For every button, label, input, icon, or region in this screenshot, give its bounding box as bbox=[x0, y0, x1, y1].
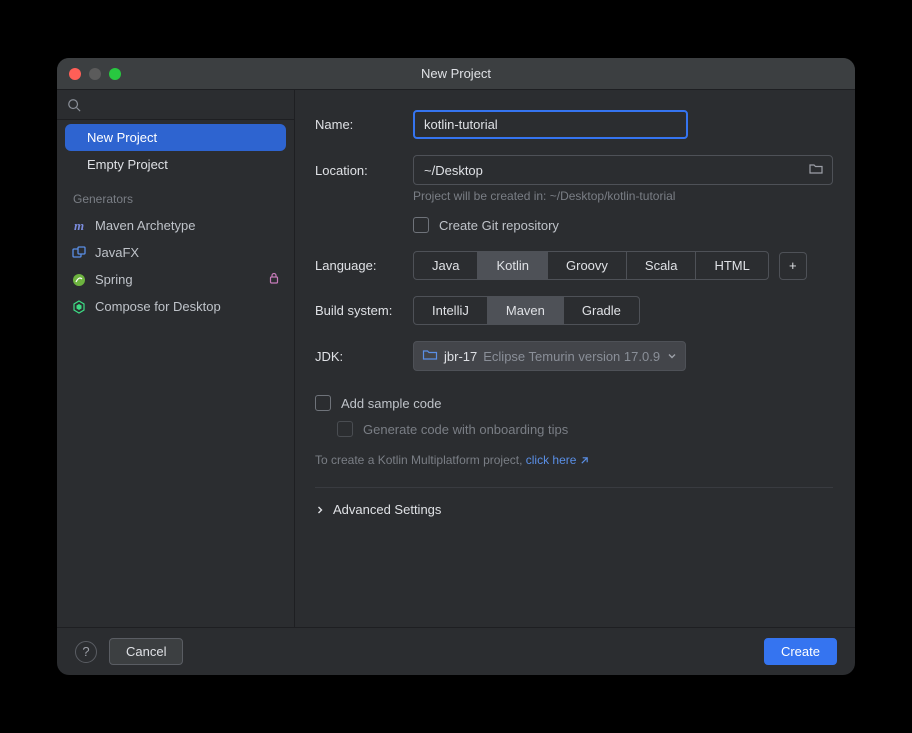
language-java[interactable]: Java bbox=[414, 252, 478, 279]
cancel-button[interactable]: Cancel bbox=[109, 638, 183, 665]
generators-section-label: Generators bbox=[57, 178, 294, 212]
location-label: Location: bbox=[315, 163, 413, 178]
titlebar: New Project bbox=[57, 58, 855, 90]
sidebar-item-label: Empty Project bbox=[87, 157, 168, 172]
location-hint: Project will be created in: ~/Desktop/ko… bbox=[413, 189, 833, 203]
language-segmented: Java Kotlin Groovy Scala HTML bbox=[413, 251, 769, 280]
multiplatform-link[interactable]: click here bbox=[526, 453, 589, 467]
compose-icon bbox=[71, 299, 87, 315]
search-icon bbox=[67, 98, 81, 112]
new-project-dialog: New Project New Project Empty Project Ge… bbox=[57, 58, 855, 675]
minimize-window-button[interactable] bbox=[89, 68, 101, 80]
language-row: Language: Java Kotlin Groovy Scala HTML … bbox=[315, 251, 833, 280]
language-html[interactable]: HTML bbox=[696, 252, 767, 279]
generator-label: Maven Archetype bbox=[95, 218, 195, 233]
jdk-row: JDK: jbr-17 Eclipse Temurin version 17.0… bbox=[315, 341, 833, 371]
browse-folder-icon[interactable] bbox=[808, 161, 824, 180]
location-row: Location: bbox=[315, 155, 833, 185]
maven-icon: m bbox=[71, 218, 87, 234]
name-label: Name: bbox=[315, 117, 413, 132]
onboarding-checkbox bbox=[337, 421, 353, 437]
language-kotlin[interactable]: Kotlin bbox=[478, 252, 548, 279]
build-system-segmented: IntelliJ Maven Gradle bbox=[413, 296, 640, 325]
generator-label: JavaFX bbox=[95, 245, 139, 260]
add-sample-label: Add sample code bbox=[341, 396, 441, 411]
jdk-select[interactable]: jbr-17 Eclipse Temurin version 17.0.9 bbox=[413, 341, 686, 371]
language-label: Language: bbox=[315, 258, 413, 273]
generator-compose-desktop[interactable]: Compose for Desktop bbox=[57, 293, 294, 320]
location-input[interactable] bbox=[424, 163, 808, 178]
add-sample-row[interactable]: Add sample code bbox=[315, 395, 833, 411]
jdk-detail: Eclipse Temurin version 17.0.9 bbox=[483, 349, 660, 364]
create-button[interactable]: Create bbox=[764, 638, 837, 665]
onboarding-label: Generate code with onboarding tips bbox=[363, 422, 568, 437]
chevron-down-icon bbox=[667, 349, 677, 364]
lock-icon bbox=[268, 272, 280, 287]
sidebar-item-label: New Project bbox=[87, 130, 157, 145]
advanced-settings-toggle[interactable]: Advanced Settings bbox=[315, 502, 833, 517]
multiplatform-text: To create a Kotlin Multiplatform project… bbox=[315, 453, 526, 467]
jdk-folder-icon bbox=[422, 347, 438, 366]
chevron-right-icon bbox=[315, 505, 325, 515]
close-window-button[interactable] bbox=[69, 68, 81, 80]
window-title: New Project bbox=[421, 66, 491, 81]
jdk-label: JDK: bbox=[315, 349, 413, 364]
name-input[interactable] bbox=[413, 110, 688, 139]
add-language-button[interactable]: + bbox=[779, 252, 807, 280]
search-row bbox=[57, 90, 294, 120]
location-field-wrap bbox=[413, 155, 833, 185]
generator-label: Spring bbox=[95, 272, 133, 287]
generator-maven-archetype[interactable]: m Maven Archetype bbox=[57, 212, 294, 239]
build-gradle[interactable]: Gradle bbox=[564, 297, 639, 324]
multiplatform-info: To create a Kotlin Multiplatform project… bbox=[315, 453, 833, 467]
dialog-footer: ? Cancel Create bbox=[57, 627, 855, 675]
dialog-body: New Project Empty Project Generators m M… bbox=[57, 90, 855, 627]
generator-spring[interactable]: Spring bbox=[57, 266, 294, 293]
sidebar-item-empty-project[interactable]: Empty Project bbox=[65, 151, 286, 178]
javafx-icon bbox=[71, 245, 87, 261]
build-maven[interactable]: Maven bbox=[488, 297, 564, 324]
zoom-window-button[interactable] bbox=[109, 68, 121, 80]
jdk-name: jbr-17 bbox=[444, 349, 477, 364]
create-git-row[interactable]: Create Git repository bbox=[413, 217, 833, 233]
language-groovy[interactable]: Groovy bbox=[548, 252, 627, 279]
sidebar-item-new-project[interactable]: New Project bbox=[65, 124, 286, 151]
name-row: Name: bbox=[315, 110, 833, 139]
search-input[interactable] bbox=[87, 97, 284, 112]
generator-javafx[interactable]: JavaFX bbox=[57, 239, 294, 266]
create-git-checkbox[interactable] bbox=[413, 217, 429, 233]
advanced-settings-label: Advanced Settings bbox=[333, 502, 441, 517]
divider bbox=[315, 487, 833, 488]
sidebar: New Project Empty Project Generators m M… bbox=[57, 90, 295, 627]
language-scala[interactable]: Scala bbox=[627, 252, 697, 279]
build-system-row: Build system: IntelliJ Maven Gradle bbox=[315, 296, 833, 325]
form-panel: Name: Location: Project will be created … bbox=[295, 90, 855, 627]
sample-code-block: Add sample code Generate code with onboa… bbox=[315, 395, 833, 437]
spring-icon bbox=[71, 272, 87, 288]
onboarding-row: Generate code with onboarding tips bbox=[337, 421, 833, 437]
create-git-label: Create Git repository bbox=[439, 218, 559, 233]
external-link-icon bbox=[580, 456, 589, 465]
build-system-label: Build system: bbox=[315, 303, 413, 318]
help-button[interactable]: ? bbox=[75, 641, 97, 663]
generators-list: m Maven Archetype JavaFX Spring bbox=[57, 212, 294, 320]
build-intellij[interactable]: IntelliJ bbox=[414, 297, 488, 324]
add-sample-checkbox[interactable] bbox=[315, 395, 331, 411]
generator-label: Compose for Desktop bbox=[95, 299, 221, 314]
window-controls bbox=[57, 68, 121, 80]
project-type-list: New Project Empty Project bbox=[57, 120, 294, 178]
